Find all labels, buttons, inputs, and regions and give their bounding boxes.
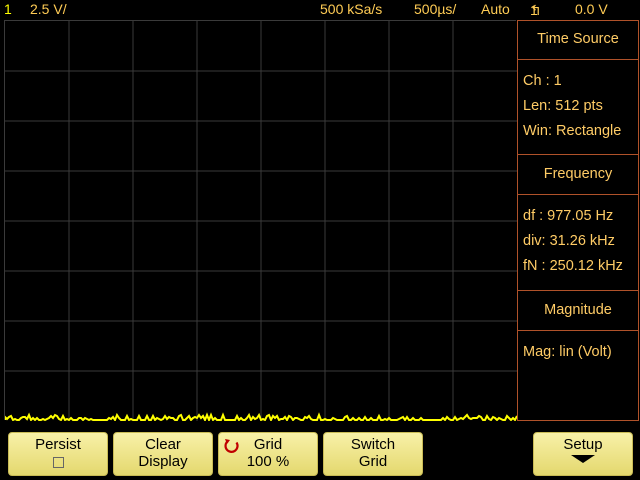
trigger-source-value: 1 xyxy=(530,2,538,18)
frequency-title: Frequency xyxy=(543,166,613,182)
waveform-display xyxy=(4,20,517,421)
channel-row: Ch : 1 xyxy=(523,73,562,89)
volts-per-div: 2.5 V/ xyxy=(30,1,67,17)
setup-button[interactable]: Setup xyxy=(533,432,633,476)
divider xyxy=(518,194,638,195)
persist-button[interactable]: Persist xyxy=(8,432,108,476)
trigger-level: 0.0 V xyxy=(575,1,608,17)
length-row: Len: 512 pts xyxy=(523,98,603,114)
div-row: div: 31.26 kHz xyxy=(523,233,615,249)
divider xyxy=(518,59,638,60)
divider xyxy=(518,330,638,331)
grid-intensity-button[interactable]: Grid 100 % xyxy=(218,432,318,476)
switch-label: Switch xyxy=(350,436,396,453)
arrow-down-icon xyxy=(571,455,595,463)
display-label: Display xyxy=(138,453,188,470)
fn-row: fN : 250.12 kHz xyxy=(523,258,623,274)
switch-grid-button[interactable]: Switch Grid xyxy=(323,432,423,476)
graticule xyxy=(5,21,517,421)
trigger-mode: Auto xyxy=(481,1,510,17)
rotate-knob-icon xyxy=(224,439,239,453)
time-source-title: Time Source xyxy=(537,31,619,47)
divider xyxy=(518,290,638,291)
setup-label: Setup xyxy=(563,436,603,453)
mag-row: Mag: lin (Volt) xyxy=(523,344,612,360)
status-bar: 1 2.5 V/ 500 kSa/s 500µs/ Auto ↰ 1 0.0 V xyxy=(0,0,640,18)
grid-label: Grid xyxy=(253,436,283,453)
clear-display-button[interactable]: Clear Display xyxy=(113,432,213,476)
clear-label: Clear xyxy=(145,436,181,453)
switch-grid-label: Grid xyxy=(358,453,388,470)
window-row: Win: Rectangle xyxy=(523,123,622,139)
grid-value: 100 % xyxy=(246,453,290,470)
sample-rate: 500 kSa/s xyxy=(320,1,383,17)
df-row: df : 977.05 Hz xyxy=(523,208,614,224)
channel-indicator: 1 xyxy=(4,1,12,17)
persist-label: Persist xyxy=(35,436,81,453)
divider xyxy=(518,154,638,155)
magnitude-title: Magnitude xyxy=(544,302,612,318)
fft-info-panel: Time Source Ch : 1 Len: 512 pts Win: Rec… xyxy=(517,20,639,421)
timebase: 500µs/ xyxy=(414,1,457,17)
checkbox-icon[interactable] xyxy=(52,457,64,468)
